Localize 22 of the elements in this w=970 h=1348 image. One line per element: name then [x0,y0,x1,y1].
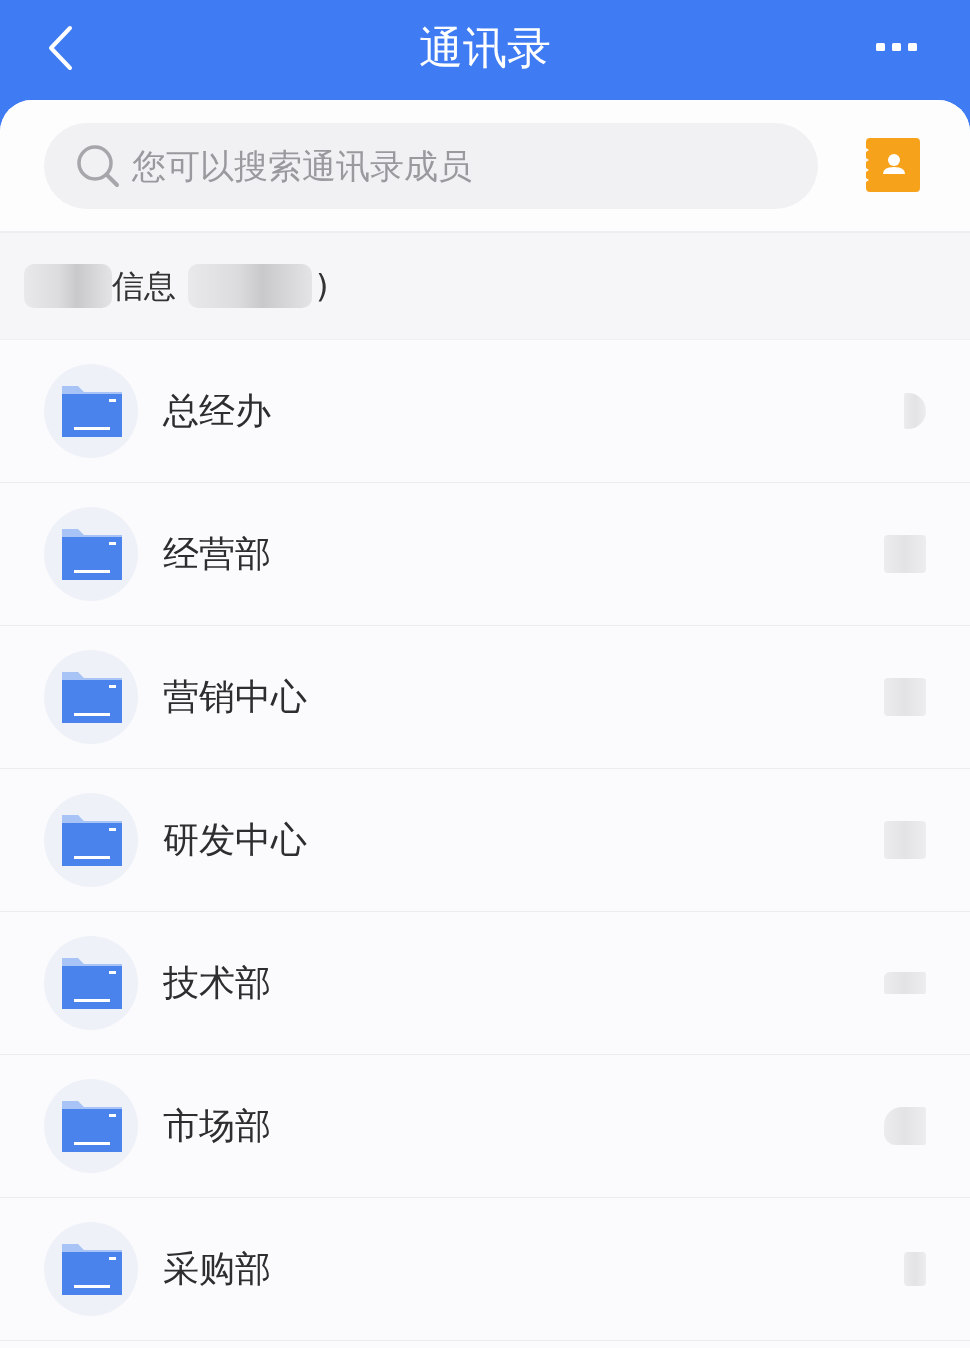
folder-icon [44,507,138,601]
redaction-blur [884,678,926,716]
search-icon [76,143,120,188]
page-title: 通讯录 [419,21,551,75]
folder-icon [44,650,138,744]
folder-icon [44,1079,138,1173]
info-label: 信息 [112,266,176,306]
redaction-blur [884,535,926,573]
folder-icon [44,1222,138,1316]
redaction-blur [884,821,926,859]
redaction-blur [904,393,926,429]
redaction-blur [904,1252,926,1286]
closing-paren: ) [316,266,329,306]
folder-icon [44,793,138,887]
contact-book-icon[interactable] [866,137,920,192]
folder-icon [44,364,138,458]
redaction-blur [884,1107,926,1145]
folder-icon [44,936,138,1030]
redaction-blur [884,972,926,994]
back-icon[interactable] [47,25,73,71]
more-icon[interactable] [876,42,918,52]
search-field[interactable]: 您可以搜索通讯录成员 [44,122,818,209]
